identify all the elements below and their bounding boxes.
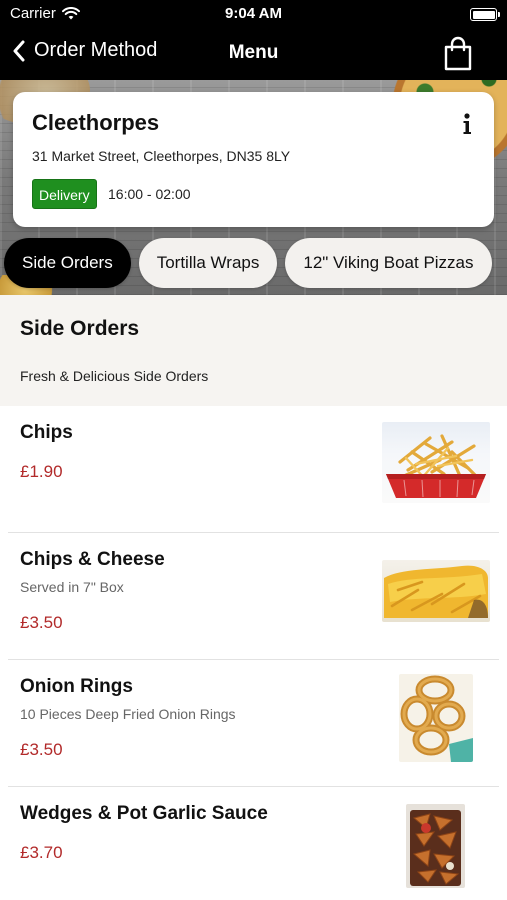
section-header: Side Orders Fresh & Delicious Side Order… — [0, 295, 507, 406]
section-subtitle: Fresh & Delicious Side Orders — [20, 368, 209, 384]
store-name: Cleethorpes — [32, 110, 160, 135]
onion-rings-image — [399, 674, 473, 762]
store-card: Cleethorpes 31 Market Street, Cleethorpe… — [13, 92, 494, 227]
info-icon[interactable] — [460, 112, 474, 136]
tab-viking-boat-pizzas[interactable]: 12" Viking Boat Pizzas — [285, 238, 492, 288]
menu-item-chips-and-cheese[interactable]: Chips & Cheese Served in 7" Box £3.50 — [0, 533, 507, 660]
item-price: £3.50 — [20, 613, 63, 632]
item-name: Chips & Cheese — [20, 549, 165, 570]
item-description: Served in 7" Box — [20, 579, 124, 595]
chips-and-cheese-image — [382, 560, 490, 622]
back-label: Order Method — [34, 39, 158, 61]
item-name: Wedges & Pot Garlic Sauce — [20, 803, 268, 824]
chips-image — [382, 422, 490, 503]
store-hero: Cleethorpes 31 Market Street, Cleethorpe… — [0, 80, 507, 295]
category-tabs: Side Orders Tortilla Wraps 12" Viking Bo… — [4, 238, 492, 288]
delivery-badge: Delivery — [32, 179, 97, 209]
menu-list: Chips £1.90 Chips & Cheese Served in 7" … — [0, 406, 507, 900]
section-title: Side Orders — [20, 317, 140, 340]
tab-tortilla-wraps[interactable]: Tortilla Wraps — [138, 238, 278, 288]
store-address: 31 Market Street, Cleethorpes, DN35 8LY — [32, 148, 291, 164]
shopping-bag-icon[interactable] — [443, 36, 473, 72]
wedges-image — [406, 804, 465, 888]
item-name: Chips — [20, 422, 73, 443]
menu-item-onion-rings[interactable]: Onion Rings 10 Pieces Deep Fried Onion R… — [0, 660, 507, 787]
item-price: £3.50 — [20, 740, 63, 759]
menu-item-chips[interactable]: Chips £1.90 — [0, 406, 507, 533]
item-description: 10 Pieces Deep Fried Onion Rings — [20, 706, 236, 722]
store-hours: 16:00 - 02:00 — [108, 186, 191, 202]
item-price: £1.90 — [20, 462, 63, 481]
menu-item-wedges-and-garlic-sauce[interactable]: Wedges & Pot Garlic Sauce £3.70 — [0, 787, 507, 900]
status-time: 9:04 AM — [225, 5, 282, 22]
chevron-left-icon — [13, 40, 25, 61]
battery-icon — [470, 8, 500, 21]
item-name: Onion Rings — [20, 676, 133, 697]
status-bar: Carrier 9:04 AM — [0, 0, 507, 30]
item-price: £3.70 — [20, 843, 63, 862]
nav-bar: Order Method Menu — [0, 30, 507, 80]
back-button[interactable]: Order Method — [12, 39, 157, 62]
tab-side-orders[interactable]: Side Orders — [4, 238, 131, 288]
